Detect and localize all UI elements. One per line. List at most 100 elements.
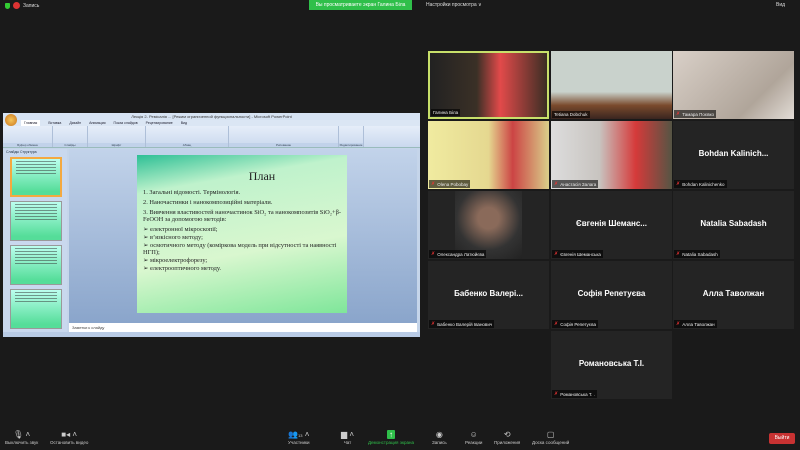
participant-tile[interactable]: Галина Біла (428, 51, 549, 119)
muted-microphone-icon: ✗ (554, 391, 559, 397)
participant-tag: Tetiana Dobchuk (552, 111, 590, 118)
leave-button[interactable]: Выйти (769, 433, 795, 444)
participant-name: Bohdan Kalinich... (698, 149, 769, 158)
group-label: Редактирование (339, 143, 363, 147)
pane-tab: Слайды (6, 150, 20, 154)
participant-tile[interactable]: ✗ Olena Pobobay (428, 121, 549, 189)
participant-video (455, 191, 522, 259)
participant-video (428, 121, 549, 189)
participant-tile[interactable]: Алла Таволжан ✗ Алла Таволжан (673, 261, 794, 329)
slide-thumbnail (10, 289, 62, 329)
slide-thumbnail (10, 201, 62, 241)
mute-button[interactable]: 🎙︎ ˄ Выключить звук (5, 430, 38, 445)
ribbon-group: Буфер обмена (3, 126, 53, 147)
slide-bullet: ➢ електрооптичного методу. (143, 265, 222, 272)
ribbon-group: Редактирование (339, 126, 364, 147)
record-label: Запись (432, 440, 447, 445)
participant-name: Софія Репетуєва (577, 289, 646, 298)
shield-icon[interactable] (5, 3, 10, 9)
slide: План 1. Загальні відомості. Термінологія… (137, 155, 347, 313)
ribbon: Буфер обмена Слайды Шрифт Абзац Рисовани… (3, 126, 420, 148)
record-icon: ◉ (435, 430, 443, 439)
office-button-icon (5, 114, 17, 126)
video-label: Остановить видео (50, 440, 89, 445)
slide-bullet: ➢ мікроелектрофорезу; (143, 257, 208, 264)
participant-tile[interactable]: Tetiana Dobchuk (551, 51, 672, 119)
participant-tag-label: Natalia Sabadash (682, 251, 718, 257)
record-button[interactable]: ◉ Запись (432, 430, 447, 445)
participant-tag: Галина Біла (431, 109, 461, 116)
group-label: Слайды (53, 143, 87, 147)
reactions-button[interactable]: ☺ Реакции (465, 430, 482, 445)
muted-microphone-icon: ✗ (676, 181, 681, 187)
participant-name: Бабенко Валері... (454, 289, 523, 298)
slide-item: 3. Вивчення властивостей наночастинок Si… (143, 209, 341, 223)
slide-bullet: ➢ електронної мікроскопії; (143, 226, 218, 233)
participant-video (551, 121, 672, 189)
view-mode-button[interactable]: Вид (776, 2, 785, 8)
slide-title: План (248, 169, 276, 183)
shared-screen: Лекція 2- Ремісалія ... [Режим ограничен… (3, 113, 420, 337)
meeting-toolbar: 🎙︎ ˄ Выключить звук ■◂ ˄ Остановить видео … (0, 425, 800, 450)
whiteboard-icon: ▢ (546, 430, 555, 439)
participant-tag-label: Софія Репетуєва (560, 321, 596, 327)
muted-microphone-icon: ✗ (431, 321, 436, 327)
participant-tag: ✗ Софія Репетуєва (552, 320, 598, 328)
chat-label: Чат (343, 440, 352, 445)
participant-tile[interactable]: Євгенія Шеманс... ✗ Євгенія Шеманська (551, 191, 672, 259)
whiteboard-button[interactable]: ▢ Доска сообщений (532, 430, 569, 445)
muted-microphone-icon: ✗ (676, 251, 681, 257)
status-bar (3, 332, 420, 337)
participant-tag-label: Романовська Т. . (560, 391, 595, 397)
participant-name: Євгенія Шеманс... (576, 219, 647, 228)
participant-tag: ✗ Євгенія Шеманська (552, 250, 603, 258)
muted-microphone-icon: ✗ (431, 181, 436, 187)
muted-microphone-icon: ✗ (554, 181, 559, 187)
participant-tag: ✗ Тамара Поєвко (674, 110, 717, 118)
participant-video (673, 51, 794, 119)
microphone-icon: 🎙︎ ˄ (13, 430, 31, 439)
participant-tag-label: Алла Таволжан (682, 321, 715, 327)
participant-tag-label: Олександра Латюйєва (437, 251, 485, 257)
participant-tag-label: Olena Pobobay (437, 181, 469, 187)
participant-tag-label: Tetiana Dobchuk (554, 112, 588, 117)
participant-tile[interactable]: ✗ Анастасія Залага (551, 121, 672, 189)
group-label: Шрифт (88, 143, 145, 147)
participant-tag-label: Анастасія Залага (560, 181, 597, 187)
slide-bullet: ➢ осмотичного методу (коміркова модель п… (143, 242, 337, 256)
participant-tile[interactable]: ✗ Тамара Поєвко (673, 51, 794, 119)
participant-tag-label: Бабенко Валерій Іванович (437, 321, 493, 327)
pane-tabs: Слайды Структура (3, 149, 67, 155)
participants-button[interactable]: 👥13 ˄ Участники (288, 430, 310, 445)
participant-tile[interactable]: Бабенко Валері... ✗ Бабенко Валерій Іванов… (428, 261, 549, 329)
participant-tile[interactable]: Софія Репетуєва ✗ Софія Репетуєва (551, 261, 672, 329)
slides-pane: Слайды Структура (3, 149, 67, 332)
participant-tile[interactable]: Natalia Sabadash ✗ Natalia Sabadash (673, 191, 794, 259)
participant-tile[interactable]: ✗ Олександра Латюйєва (428, 191, 549, 259)
view-options-button[interactable]: Настройки просмотра ∨ (426, 2, 482, 8)
participant-tag: ✗ Романовська Т. . (552, 390, 597, 398)
share-screen-button[interactable]: ↑ Демонстрация экрана (368, 430, 414, 445)
reactions-icon: ☺ (469, 430, 478, 439)
participants-label: Участники (288, 440, 310, 445)
muted-microphone-icon: ✗ (676, 321, 681, 327)
participant-tile[interactable]: Bohdan Kalinich... ✗ Bohdan Kalinichenko (673, 121, 794, 189)
stop-video-button[interactable]: ■◂ ˄ Остановить видео (50, 430, 88, 445)
window-title: Лекція 2- Ремісалія ... [Режим ограничен… (3, 113, 420, 120)
ribbon-group: Рисование (229, 126, 339, 147)
top-bar: Запись Вы просматриваете экран Галина Бі… (0, 0, 800, 12)
apps-button[interactable]: ⟲ Приложения (494, 430, 520, 445)
share-label: Демонстрация экрана (368, 440, 414, 445)
participant-name: Романовська Т.І. (578, 359, 645, 368)
participant-tag: ✗ Natalia Sabadash (674, 250, 720, 258)
participant-name: Алла Таволжан (702, 289, 765, 298)
slide-bullet: ➢ в’язкісного методу; (143, 234, 203, 241)
participants-count: 13 (298, 433, 303, 438)
share-screen-icon: ↑ (386, 430, 395, 439)
apps-icon: ⟲ (503, 430, 511, 439)
chat-button[interactable]: ▆ ˄ Чат (341, 430, 354, 445)
group-label: Рисование (229, 143, 338, 147)
participant-tag-label: Галина Біла (433, 110, 459, 115)
participants-icon: 👥13 ˄ (288, 430, 310, 439)
participant-tile[interactable]: Романовська Т.І. ✗ Романовська Т. . (551, 331, 672, 399)
